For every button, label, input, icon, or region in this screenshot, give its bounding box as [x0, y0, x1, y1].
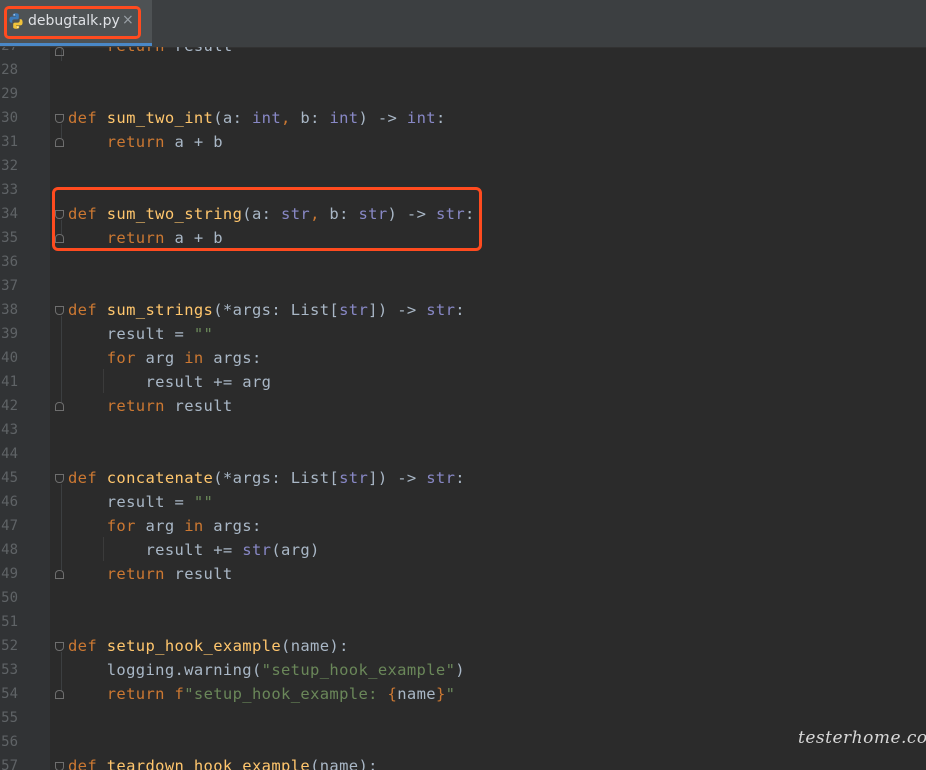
fold-icon[interactable]	[55, 306, 64, 315]
indent-guide	[103, 537, 104, 561]
fold-guide	[61, 316, 62, 402]
line-number: 38	[1, 302, 18, 318]
code-line[interactable]: 44	[0, 442, 926, 466]
line-number: 53	[1, 662, 18, 678]
code-text: for arg in args:	[106, 349, 262, 367]
fold-icon[interactable]	[55, 642, 64, 651]
line-number: 46	[1, 494, 18, 510]
fold-guide	[61, 124, 62, 138]
line-number: 33	[1, 182, 18, 198]
code-line[interactable]: 53 logging.warning("setup_hook_example")	[0, 658, 926, 682]
code-text: result += arg	[68, 373, 272, 391]
line-number: 34	[1, 206, 18, 222]
code-annotation-box	[52, 187, 482, 251]
line-number: 48	[1, 542, 18, 558]
line-number: 36	[1, 254, 18, 270]
line-number: 43	[1, 422, 18, 438]
code-text: return a + b	[106, 133, 223, 151]
line-number: 28	[1, 62, 18, 78]
code-line[interactable]: 54 return f"setup_hook_example: {name}"	[0, 682, 926, 706]
code-line[interactable]: 37	[0, 274, 926, 298]
line-number: 44	[1, 446, 18, 462]
fold-guide	[61, 484, 62, 570]
tab-annotation-box	[4, 6, 141, 39]
fold-icon[interactable]	[55, 762, 64, 770]
code-text: result = ""	[68, 493, 214, 511]
code-line[interactable]: 27 return result	[0, 47, 926, 58]
fold-guide	[61, 652, 62, 692]
code-text: result = ""	[68, 325, 214, 343]
code-text: def concatenate(*args: List[str]) -> str…	[68, 469, 465, 487]
fold-icon[interactable]	[55, 474, 64, 483]
line-number: 47	[1, 518, 18, 534]
code-text: for arg in args:	[106, 517, 262, 535]
code-text: logging.warning("setup_hook_example")	[68, 661, 465, 679]
indent-guide	[103, 369, 104, 393]
line-number: 51	[1, 614, 18, 630]
code-text: result += str(arg)	[68, 541, 320, 559]
editor-tab-bar: debugtalk.py ×	[0, 0, 926, 48]
code-line[interactable]: 46 result = ""	[0, 490, 926, 514]
line-number: 39	[1, 326, 18, 342]
line-number: 56	[1, 734, 18, 750]
line-number: 37	[1, 278, 18, 294]
code-line[interactable]: 28	[0, 58, 926, 82]
fold-icon[interactable]	[55, 47, 64, 56]
line-number: 54	[1, 686, 18, 702]
line-number: 42	[1, 398, 18, 414]
code-line[interactable]: 36	[0, 250, 926, 274]
code-line[interactable]: 48 result += str(arg)	[0, 538, 926, 562]
line-number: 40	[1, 350, 18, 366]
tab-debugtalk[interactable]: debugtalk.py ×	[0, 0, 152, 46]
code-line[interactable]: 49 return result	[0, 562, 926, 586]
code-editor[interactable]: 27 return result 28 29 30 def sum_two_int(a:…	[0, 47, 926, 770]
code-line[interactable]: 38 def sum_strings(*args: List[str]) -> s…	[0, 298, 926, 322]
line-number: 29	[1, 86, 18, 102]
code-text: def sum_strings(*args: List[str]) -> str…	[68, 301, 465, 319]
line-number: 32	[1, 158, 18, 174]
code-line[interactable]: 41 result += arg	[0, 370, 926, 394]
code-line[interactable]: 47 for arg in args:	[0, 514, 926, 538]
code-text: return result	[106, 565, 233, 583]
fold-icon[interactable]	[55, 114, 64, 123]
code-text: return result	[106, 397, 233, 415]
code-line[interactable]: 32	[0, 154, 926, 178]
code-text: return result	[68, 47, 233, 58]
fold-icon[interactable]	[55, 402, 64, 411]
code-text: return f"setup_hook_example: {name}"	[106, 685, 456, 703]
code-line[interactable]: 42 return result	[0, 394, 926, 418]
code-line[interactable]: 45 def concatenate(*args: List[str]) -> s…	[0, 466, 926, 490]
code-line[interactable]: 39 result = ""	[0, 322, 926, 346]
line-number: 52	[1, 638, 18, 654]
line-number: 31	[1, 134, 18, 150]
code-line[interactable]: 40 for arg in args:	[0, 346, 926, 370]
code-line[interactable]: 31 return a + b	[0, 130, 926, 154]
code-text: def setup_hook_example(name):	[68, 637, 349, 655]
line-number: 35	[1, 230, 18, 246]
fold-icon[interactable]	[55, 138, 64, 147]
code-line[interactable]: 30 def sum_two_int(a: int, b: int) -> int…	[0, 106, 926, 130]
line-number: 27	[0, 47, 18, 58]
line-number: 41	[1, 374, 18, 390]
code-text: def sum_two_int(a: int, b: int) -> int:	[68, 109, 446, 127]
line-number: 57	[1, 758, 18, 770]
code-line[interactable]: 50	[0, 586, 926, 610]
line-number: 50	[1, 590, 18, 606]
code-line[interactable]: 52 def setup_hook_example(name):	[0, 634, 926, 658]
code-text: def teardown_hook_example(name):	[68, 757, 378, 770]
code-line[interactable]: 56	[0, 730, 926, 754]
line-number: 49	[1, 566, 18, 582]
code-line[interactable]: 55	[0, 706, 926, 730]
watermark: testerhome.com	[798, 728, 926, 748]
code-line[interactable]: 43	[0, 418, 926, 442]
fold-icon[interactable]	[55, 570, 64, 579]
code-line[interactable]: 29	[0, 82, 926, 106]
line-number: 45	[1, 470, 18, 486]
line-number: 55	[1, 710, 18, 726]
fold-icon[interactable]	[55, 690, 64, 699]
code-line[interactable]: 51	[0, 610, 926, 634]
code-line[interactable]: 57 def teardown_hook_example(name):	[0, 754, 926, 770]
line-number: 30	[1, 110, 18, 126]
